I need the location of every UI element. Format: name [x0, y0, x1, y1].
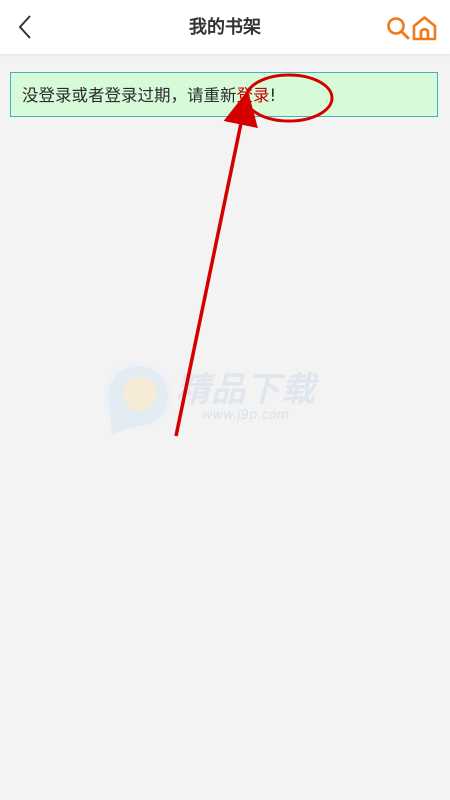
watermark: 精品下载 www.j9p.com — [98, 356, 358, 446]
login-notice: 没登录或者登录过期，请重新登录! — [10, 72, 438, 117]
search-button[interactable] — [386, 16, 410, 40]
notice-text: 没登录或者登录过期，请重新 — [22, 86, 237, 105]
login-link[interactable]: 登录 — [237, 86, 270, 105]
watermark-url: www.j9p.com — [202, 408, 290, 423]
top-nav-bar: 我的书架 — [0, 0, 450, 55]
search-icon — [387, 17, 410, 40]
page-title: 我的书架 — [189, 17, 261, 38]
notice-exclamation: ! — [269, 86, 277, 105]
watermark-logo — [104, 362, 172, 434]
watermark-text: 精品下载 — [176, 370, 316, 410]
home-icon — [412, 16, 437, 41]
home-button[interactable] — [411, 15, 438, 41]
